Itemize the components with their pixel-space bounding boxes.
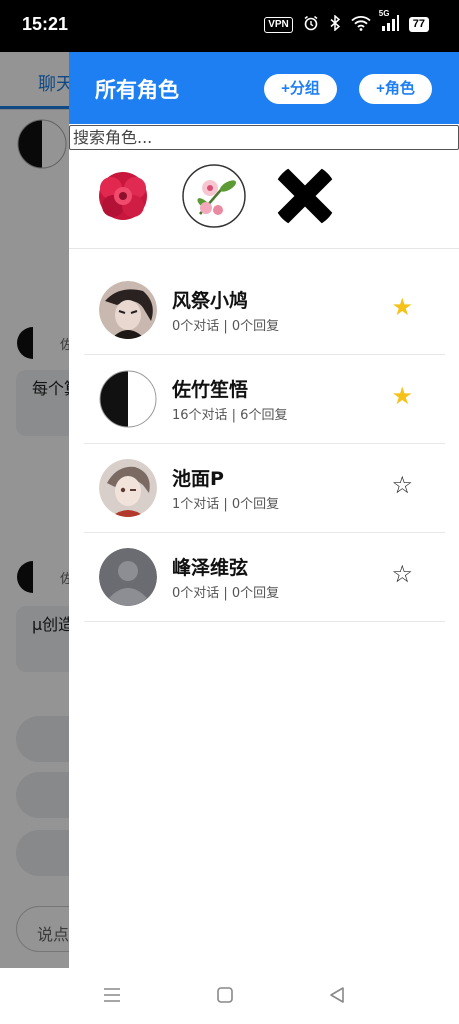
status-time: 15:21 (22, 14, 69, 34)
back-icon[interactable] (328, 986, 346, 1008)
role-name: 池面P (172, 468, 224, 490)
vpn-icon: VPN (264, 16, 293, 33)
list-item[interactable]: 佐竹笙悟 16个对话 | 6个回复 ★ (84, 355, 445, 444)
network-type: 5G (378, 9, 390, 18)
search-input[interactable] (69, 125, 459, 150)
add-group-button[interactable]: +分组 (264, 74, 337, 104)
star-outline-icon[interactable]: ☆ (391, 472, 413, 498)
status-icons: VPN 5G 77 (264, 9, 429, 34)
list-item[interactable]: 风祭小鸠 0个对话 | 0个回复 ★ (84, 266, 445, 355)
status-bar: 15:21 VPN 5G 77 (0, 0, 459, 52)
battery-icon: 77 (408, 17, 429, 32)
role-name: 峰泽维弦 (172, 557, 249, 579)
avatar (99, 548, 157, 606)
star-icon[interactable]: ★ (391, 383, 413, 409)
role-stats: 16个对话 | 6个回复 (172, 408, 288, 423)
role-stats: 1个对话 | 0个回复 (172, 497, 280, 512)
role-stats: 0个对话 | 0个回复 (172, 319, 280, 334)
alarm-icon (303, 15, 319, 34)
role-list: 风祭小鸠 0个对话 | 0个回复 ★ 佐竹笙悟 16个对话 | 6个回复 ★ 池… (84, 266, 445, 622)
drawer-header: 所有角色 +分组 +角色 (69, 52, 459, 124)
list-item[interactable]: 峰泽维弦 0个对话 | 0个回复 ☆ (84, 533, 445, 622)
role-stats: 0个对话 | 0个回复 (172, 586, 280, 601)
blossom-flower-icon[interactable] (182, 164, 246, 228)
star-icon[interactable]: ★ (391, 294, 413, 320)
home-icon[interactable] (216, 986, 234, 1008)
avatar (99, 281, 157, 339)
navigation-bar (0, 968, 459, 1024)
divider (69, 248, 459, 249)
signal-icon: 5G (379, 9, 399, 34)
avatar (99, 370, 157, 428)
group-list (69, 162, 459, 250)
add-role-button[interactable]: +角色 (359, 74, 432, 104)
menu-icon[interactable] (102, 986, 122, 1008)
star-outline-icon[interactable]: ☆ (391, 561, 413, 587)
black-cross-icon[interactable] (273, 164, 337, 228)
page-title: 所有角色 (95, 78, 179, 102)
role-name: 佐竹笙悟 (172, 379, 249, 401)
red-flower-icon[interactable] (91, 164, 155, 228)
avatar (99, 459, 157, 517)
bluetooth-icon (329, 14, 341, 34)
role-drawer: 所有角色 +分组 +角色 搜索角色... 风祭小鸠 0个对话 | 0个回复 ★ … (69, 52, 459, 968)
role-name: 风祭小鸠 (172, 290, 249, 312)
wifi-icon (351, 15, 371, 34)
list-item[interactable]: 池面P 1个对话 | 0个回复 ☆ (84, 444, 445, 533)
